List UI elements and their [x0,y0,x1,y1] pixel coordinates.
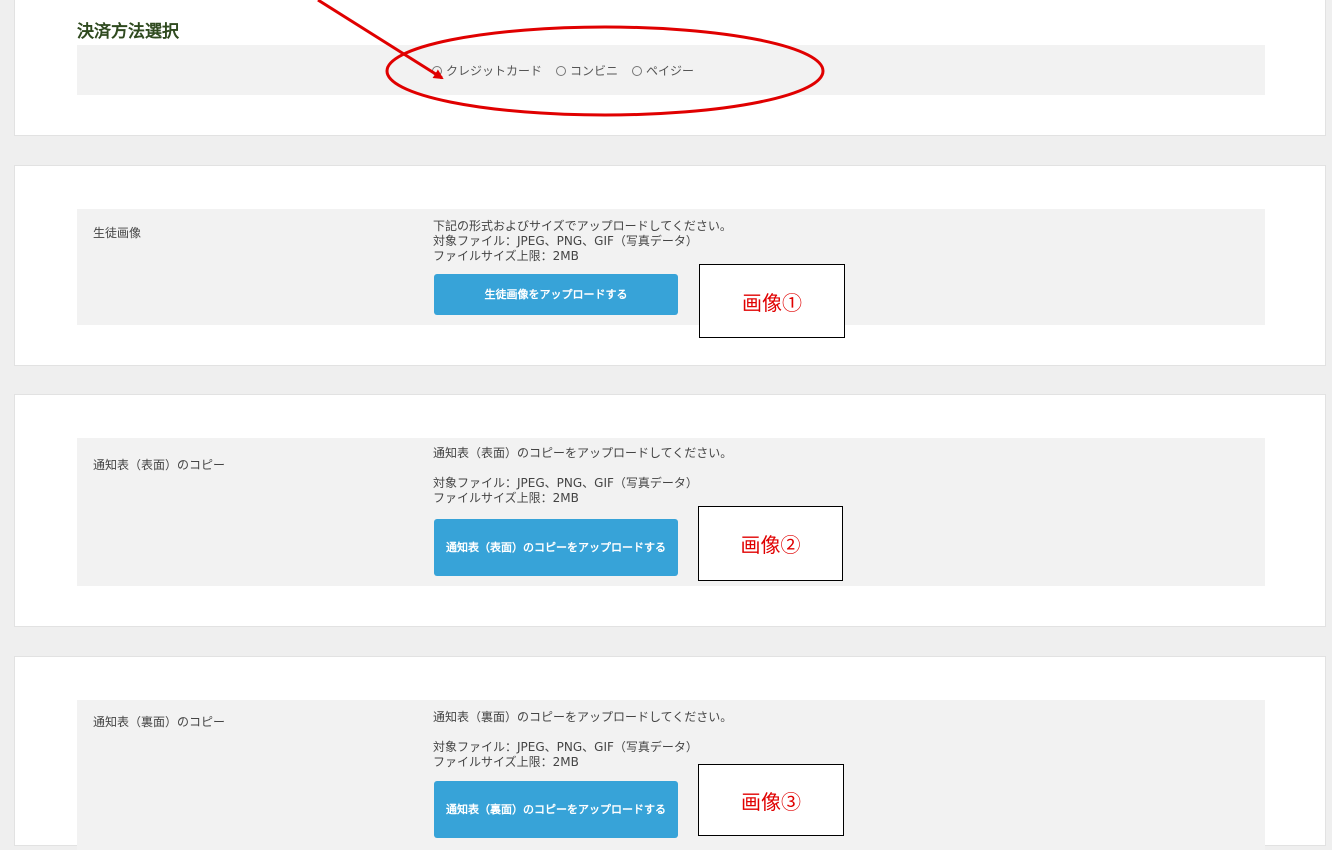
radio-circle-icon[interactable] [556,65,567,76]
radio-circle-icon[interactable] [432,65,442,76]
upload-instructions: 下記の形式およびサイズでアップロードしてください。 対象ファイル：JPEG、PN… [433,219,732,264]
annotation-label-image-3: 画像③ [698,764,844,836]
instruction-text: 通知表（裏面）のコピーをアップロードしてください。 [433,710,733,724]
radio-label: コンビニ [570,64,619,78]
payment-method-card: 決済方法選択 クレジットカード コンビニ ペイジー [14,0,1326,136]
instruction-text: 下記の形式およびサイズでアップロードしてください。 [433,219,732,233]
file-types-text: 対象ファイル：JPEG、PNG、GIF（写真データ） [433,740,698,754]
radio-credit-card[interactable]: クレジットカード [432,62,542,79]
upload-panel: 通知表（裏面）のコピー 通知表（裏面）のコピーをアップロードしてください。 対象… [77,700,1265,850]
upload-panel: 通知表（表面）のコピー 通知表（表面）のコピーをアップロードしてください。 対象… [77,438,1265,586]
upload-report-back-button[interactable]: 通知表（裏面）のコピーをアップロードする [434,781,678,838]
instruction-text: 通知表（表面）のコピーをアップロードしてください。 [433,446,733,460]
radio-payeasy[interactable]: ペイジー [632,62,694,79]
payment-options-panel: クレジットカード コンビニ ペイジー [77,45,1265,95]
student-image-card: 生徒画像 下記の形式およびサイズでアップロードしてください。 対象ファイル：JP… [14,165,1326,366]
radio-circle-icon[interactable] [632,65,643,76]
payment-radio-group: クレジットカード コンビニ ペイジー [432,62,694,79]
upload-instructions: 通知表（裏面）のコピーをアップロードしてください。 対象ファイル：JPEG、PN… [433,710,732,770]
upload-student-image-button[interactable]: 生徒画像をアップロードする [434,274,678,315]
file-types-text: 対象ファイル：JPEG、PNG、GIF（写真データ） [433,234,698,248]
radio-label: クレジットカード [446,64,543,78]
upload-row-label: 通知表（表面）のコピー [93,458,226,472]
upload-panel: 生徒画像 下記の形式およびサイズでアップロードしてください。 対象ファイル：JP… [77,209,1265,325]
payment-method-title: 決済方法選択 [77,22,179,42]
upload-row-label: 生徒画像 [93,226,142,240]
upload-instructions: 通知表（表面）のコピーをアップロードしてください。 対象ファイル：JPEG、PN… [433,446,732,506]
file-size-text: ファイルサイズ上限：2MB [433,491,579,505]
radio-convenience-store[interactable]: コンビニ [556,62,618,79]
file-size-text: ファイルサイズ上限：2MB [433,755,579,769]
annotation-label-image-1: 画像① [699,264,845,338]
radio-label: ペイジー [646,64,695,78]
upload-row-label: 通知表（裏面）のコピー [93,715,226,729]
file-types-text: 対象ファイル：JPEG、PNG、GIF（写真データ） [433,476,698,490]
upload-report-front-button[interactable]: 通知表（表面）のコピーをアップロードする [434,519,678,576]
annotation-label-image-2: 画像② [698,506,843,581]
file-size-text: ファイルサイズ上限：2MB [433,249,579,263]
report-card-front-card: 通知表（表面）のコピー 通知表（表面）のコピーをアップロードしてください。 対象… [14,394,1326,627]
report-card-back-card: 通知表（裏面）のコピー 通知表（裏面）のコピーをアップロードしてください。 対象… [14,656,1326,850]
